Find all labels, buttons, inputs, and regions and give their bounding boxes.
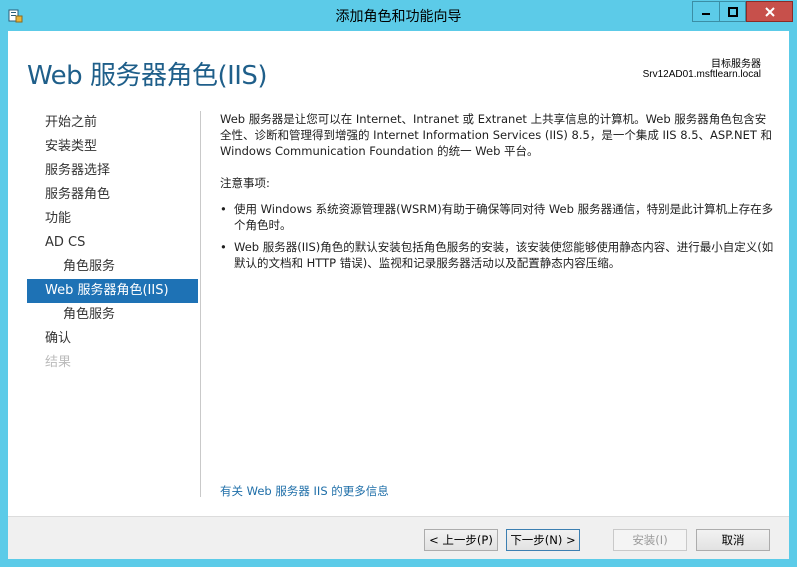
- next-button[interactable]: 下一步(N) >: [506, 529, 580, 551]
- nav-divider: [200, 111, 201, 497]
- maximize-icon: [727, 6, 738, 17]
- notes-title: 注意事项:: [220, 176, 270, 190]
- install-button: 安装(I): [613, 529, 687, 551]
- nav-item-web-server-role[interactable]: Web 服务器角色(IIS): [27, 279, 198, 303]
- more-info-link[interactable]: 有关 Web 服务器 IIS 的更多信息: [220, 483, 389, 499]
- nav-item-installation-type[interactable]: 安装类型: [27, 135, 198, 159]
- wizard-window: 添加角色和功能向导 Web 服务器角色(IIS) 目标服务器 Srv12AD01…: [0, 0, 797, 567]
- window-title: 添加角色和功能向导: [335, 8, 462, 24]
- list-item: • Web 服务器(IIS)角色的默认安装包括角色服务的安装，该安装使您能够使用…: [220, 239, 775, 271]
- nav-item-server-selection[interactable]: 服务器选择: [27, 159, 198, 183]
- page-title: Web 服务器角色(IIS): [27, 61, 268, 91]
- close-button[interactable]: [746, 1, 793, 22]
- intro-text: Web 服务器是让您可以在 Internet、Intranet 或 Extran…: [220, 112, 773, 158]
- target-server-label: 目标服务器: [711, 59, 761, 70]
- nav-item-iis-role-services[interactable]: 角色服务: [27, 303, 198, 327]
- target-server-value: Srv12AD01.msftlearn.local: [642, 69, 761, 80]
- nav-item-features[interactable]: 功能: [27, 207, 198, 231]
- content-pane: Web 服务器是让您可以在 Internet、Intranet 或 Extran…: [220, 111, 775, 277]
- list-item: • 使用 Windows 系统资源管理器(WSRM)有助于确保等同对待 Web …: [220, 201, 775, 233]
- wizard-header: Web 服务器角色(IIS) 目标服务器 Srv12AD01.msftlearn…: [8, 31, 789, 104]
- bullet-icon: •: [220, 240, 227, 254]
- close-icon: [764, 6, 775, 17]
- maximize-button[interactable]: [719, 1, 746, 22]
- nav-item-confirmation[interactable]: 确认: [27, 327, 198, 351]
- notes-list: • 使用 Windows 系统资源管理器(WSRM)有助于确保等同对待 Web …: [220, 201, 775, 271]
- nav-item-server-roles[interactable]: 服务器角色: [27, 183, 198, 207]
- minimize-button[interactable]: [692, 1, 719, 22]
- cancel-button[interactable]: 取消: [696, 529, 770, 551]
- title-bar[interactable]: 添加角色和功能向导: [0, 0, 797, 31]
- wizard-nav: 开始之前 安装类型 服务器选择 服务器角色 功能 AD CS 角色服务 Web …: [27, 111, 198, 375]
- nav-item-before-you-begin[interactable]: 开始之前: [27, 111, 198, 135]
- bullet-icon: •: [220, 202, 227, 216]
- nav-item-ad-cs-role-services[interactable]: 角色服务: [27, 255, 198, 279]
- nav-item-results: 结果: [45, 355, 72, 370]
- nav-item-ad-cs[interactable]: AD CS: [27, 231, 198, 255]
- minimize-icon: [702, 12, 710, 15]
- wizard-client-area: Web 服务器角色(IIS) 目标服务器 Srv12AD01.msftlearn…: [8, 31, 789, 559]
- note-text: 使用 Windows 系统资源管理器(WSRM)有助于确保等同对待 Web 服务…: [234, 202, 774, 232]
- wizard-footer: < 上一步(P) 下一步(N) > 安装(I) 取消: [8, 516, 789, 559]
- previous-button[interactable]: < 上一步(P): [424, 529, 498, 551]
- note-text: Web 服务器(IIS)角色的默认安装包括角色服务的安装，该安装使您能够使用静态…: [234, 240, 774, 270]
